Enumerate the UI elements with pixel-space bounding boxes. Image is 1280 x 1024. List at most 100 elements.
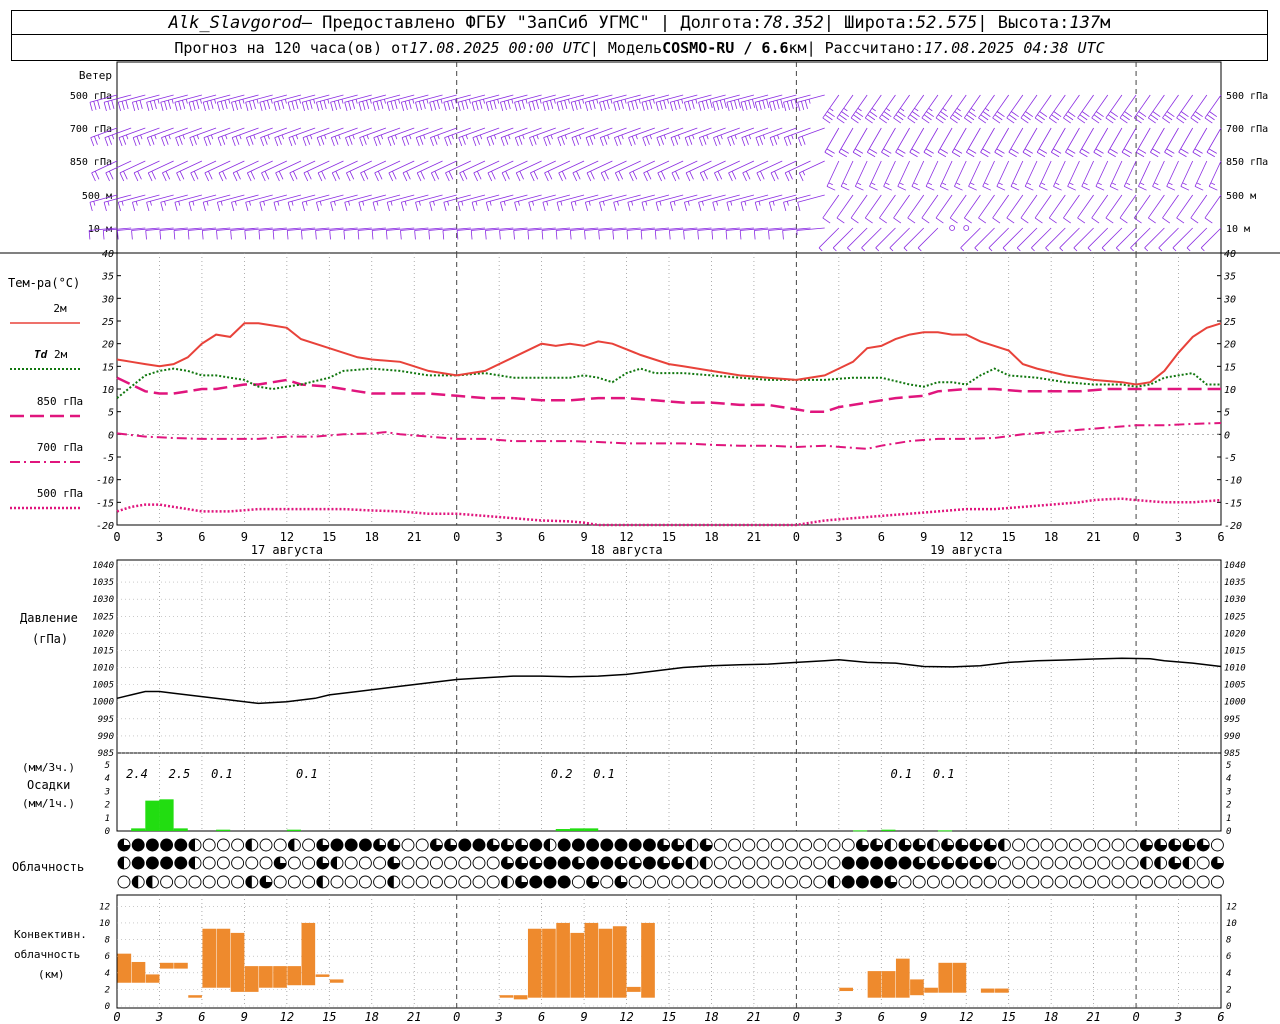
wind-barb-feather bbox=[870, 182, 876, 186]
cloud-symbol bbox=[1125, 856, 1139, 870]
wind-barb-feather bbox=[535, 100, 540, 110]
wind-barb-feather bbox=[208, 171, 213, 180]
wind-barb-feather bbox=[274, 137, 279, 147]
wind-barb-feather bbox=[263, 201, 266, 206]
wind-barb-feather bbox=[228, 99, 231, 104]
wind-barb-feather bbox=[716, 101, 720, 111]
wind-barb-feather bbox=[343, 230, 346, 240]
wind-barb-feather bbox=[921, 117, 930, 124]
wind-barb-feather bbox=[273, 202, 277, 212]
conv-tick-label: 8 bbox=[105, 936, 110, 946]
wind-barb-feather bbox=[926, 111, 934, 118]
wind-barb bbox=[954, 160, 967, 187]
wind-barb-feather bbox=[231, 202, 235, 212]
wind-level-label: 500 гПа bbox=[70, 91, 112, 102]
wind-barb-feather bbox=[1182, 182, 1187, 186]
wind-barb-feather bbox=[504, 136, 509, 145]
cloud-symbol bbox=[401, 856, 415, 870]
wind-barb-feather bbox=[555, 230, 558, 240]
cloud-symbol bbox=[1012, 856, 1026, 870]
wind-barb-feather bbox=[655, 102, 659, 112]
wind-barb-feather bbox=[277, 201, 280, 206]
wind-barb-feather bbox=[500, 202, 504, 212]
wind-barb-feather bbox=[613, 102, 617, 112]
conv-bar bbox=[952, 962, 967, 993]
precip-tick-label: 1 bbox=[1226, 814, 1231, 824]
wind-barb-feather bbox=[527, 230, 530, 240]
cloud-symbol bbox=[784, 856, 798, 870]
wind-barb-feather bbox=[292, 136, 296, 145]
cloud-symbol bbox=[415, 838, 429, 852]
wind-barb-feather bbox=[220, 101, 224, 111]
wind-barb-feather bbox=[784, 172, 790, 182]
wind-barb-feather bbox=[305, 101, 309, 111]
conv-bar bbox=[301, 922, 316, 986]
wind-barb-feather bbox=[624, 99, 627, 104]
cloud-fill bbox=[501, 876, 508, 888]
cloud-fill bbox=[387, 876, 394, 888]
wind-barb-feather bbox=[861, 247, 865, 252]
cloud-symbol bbox=[713, 838, 727, 852]
hour-tick-label: 21 bbox=[747, 530, 761, 544]
wind-barb-feather bbox=[457, 102, 461, 112]
wind-barb-feather bbox=[390, 201, 393, 206]
wind-barb-feather bbox=[1136, 114, 1145, 121]
wind-barb-feather bbox=[1087, 247, 1092, 252]
wind-barb-feather bbox=[885, 182, 890, 186]
wind-barb-feather bbox=[854, 148, 864, 154]
wind-barb-feather bbox=[358, 202, 362, 212]
wind-barb-feather bbox=[528, 202, 532, 212]
wind-barb bbox=[1036, 127, 1052, 153]
pressure-tick-label: 990 bbox=[98, 732, 114, 742]
hour-tick-label: 0 bbox=[453, 530, 460, 544]
wind-barb-feather bbox=[617, 201, 619, 206]
temp-tick-label: 15 bbox=[1224, 362, 1236, 373]
wind-barb-feather bbox=[783, 202, 787, 212]
wind-barb-feather bbox=[879, 117, 888, 124]
hour-tick-label: 3 bbox=[496, 530, 503, 544]
wind-barb-feather bbox=[90, 137, 95, 147]
wind-barb-feather bbox=[669, 202, 673, 212]
cloud-title: Облачность bbox=[12, 860, 84, 874]
wind-barb-feather bbox=[818, 247, 823, 252]
wind-barb-feather bbox=[614, 137, 618, 147]
wind-barb-feather bbox=[982, 186, 992, 191]
cloud-symbol bbox=[1026, 856, 1040, 870]
cloud-symbol bbox=[799, 838, 813, 852]
wind-barb bbox=[907, 94, 925, 119]
wind-barb bbox=[629, 160, 656, 174]
cloud-symbol bbox=[870, 856, 884, 870]
wind-barb-feather bbox=[766, 99, 770, 109]
wind-barb-feather bbox=[386, 102, 390, 112]
cloud-fill bbox=[828, 876, 834, 888]
wind-barb-feather bbox=[600, 172, 606, 182]
cloud-symbol bbox=[344, 838, 358, 852]
cloud-fill bbox=[884, 839, 891, 851]
wind-barb-feather bbox=[125, 100, 129, 110]
cloud-symbol bbox=[216, 856, 230, 870]
wind-barb-feather bbox=[883, 148, 892, 154]
cloud-symbol bbox=[1196, 875, 1210, 889]
conv-bar bbox=[584, 922, 599, 998]
wind-barb-feather bbox=[204, 172, 210, 182]
wind-barb-feather bbox=[153, 100, 157, 110]
wind-barb-feather bbox=[500, 102, 504, 112]
conv-bar bbox=[598, 928, 613, 998]
wind-barb-feather bbox=[1166, 148, 1175, 154]
temp-legend-label: 500 гПа bbox=[37, 487, 83, 500]
wind-barb-feather bbox=[1095, 186, 1105, 191]
wind-barb-feather bbox=[136, 136, 141, 145]
wind-barb-feather bbox=[513, 230, 515, 240]
wind-barb-feather bbox=[335, 171, 340, 180]
wind-barb-feather bbox=[684, 137, 689, 147]
wind-barb-feather bbox=[826, 186, 836, 191]
hour-tick-label: 12 bbox=[619, 530, 633, 544]
precip-bar bbox=[937, 830, 953, 832]
wind-barb-feather bbox=[1194, 148, 1203, 154]
cloud-symbol bbox=[202, 856, 216, 870]
wind-barb-feather bbox=[652, 99, 655, 104]
conv-bar bbox=[216, 928, 231, 988]
wind-barb-feather bbox=[462, 171, 468, 180]
wind-barb-feather bbox=[1123, 148, 1133, 154]
temp-tick-label: -10 bbox=[1224, 476, 1242, 487]
